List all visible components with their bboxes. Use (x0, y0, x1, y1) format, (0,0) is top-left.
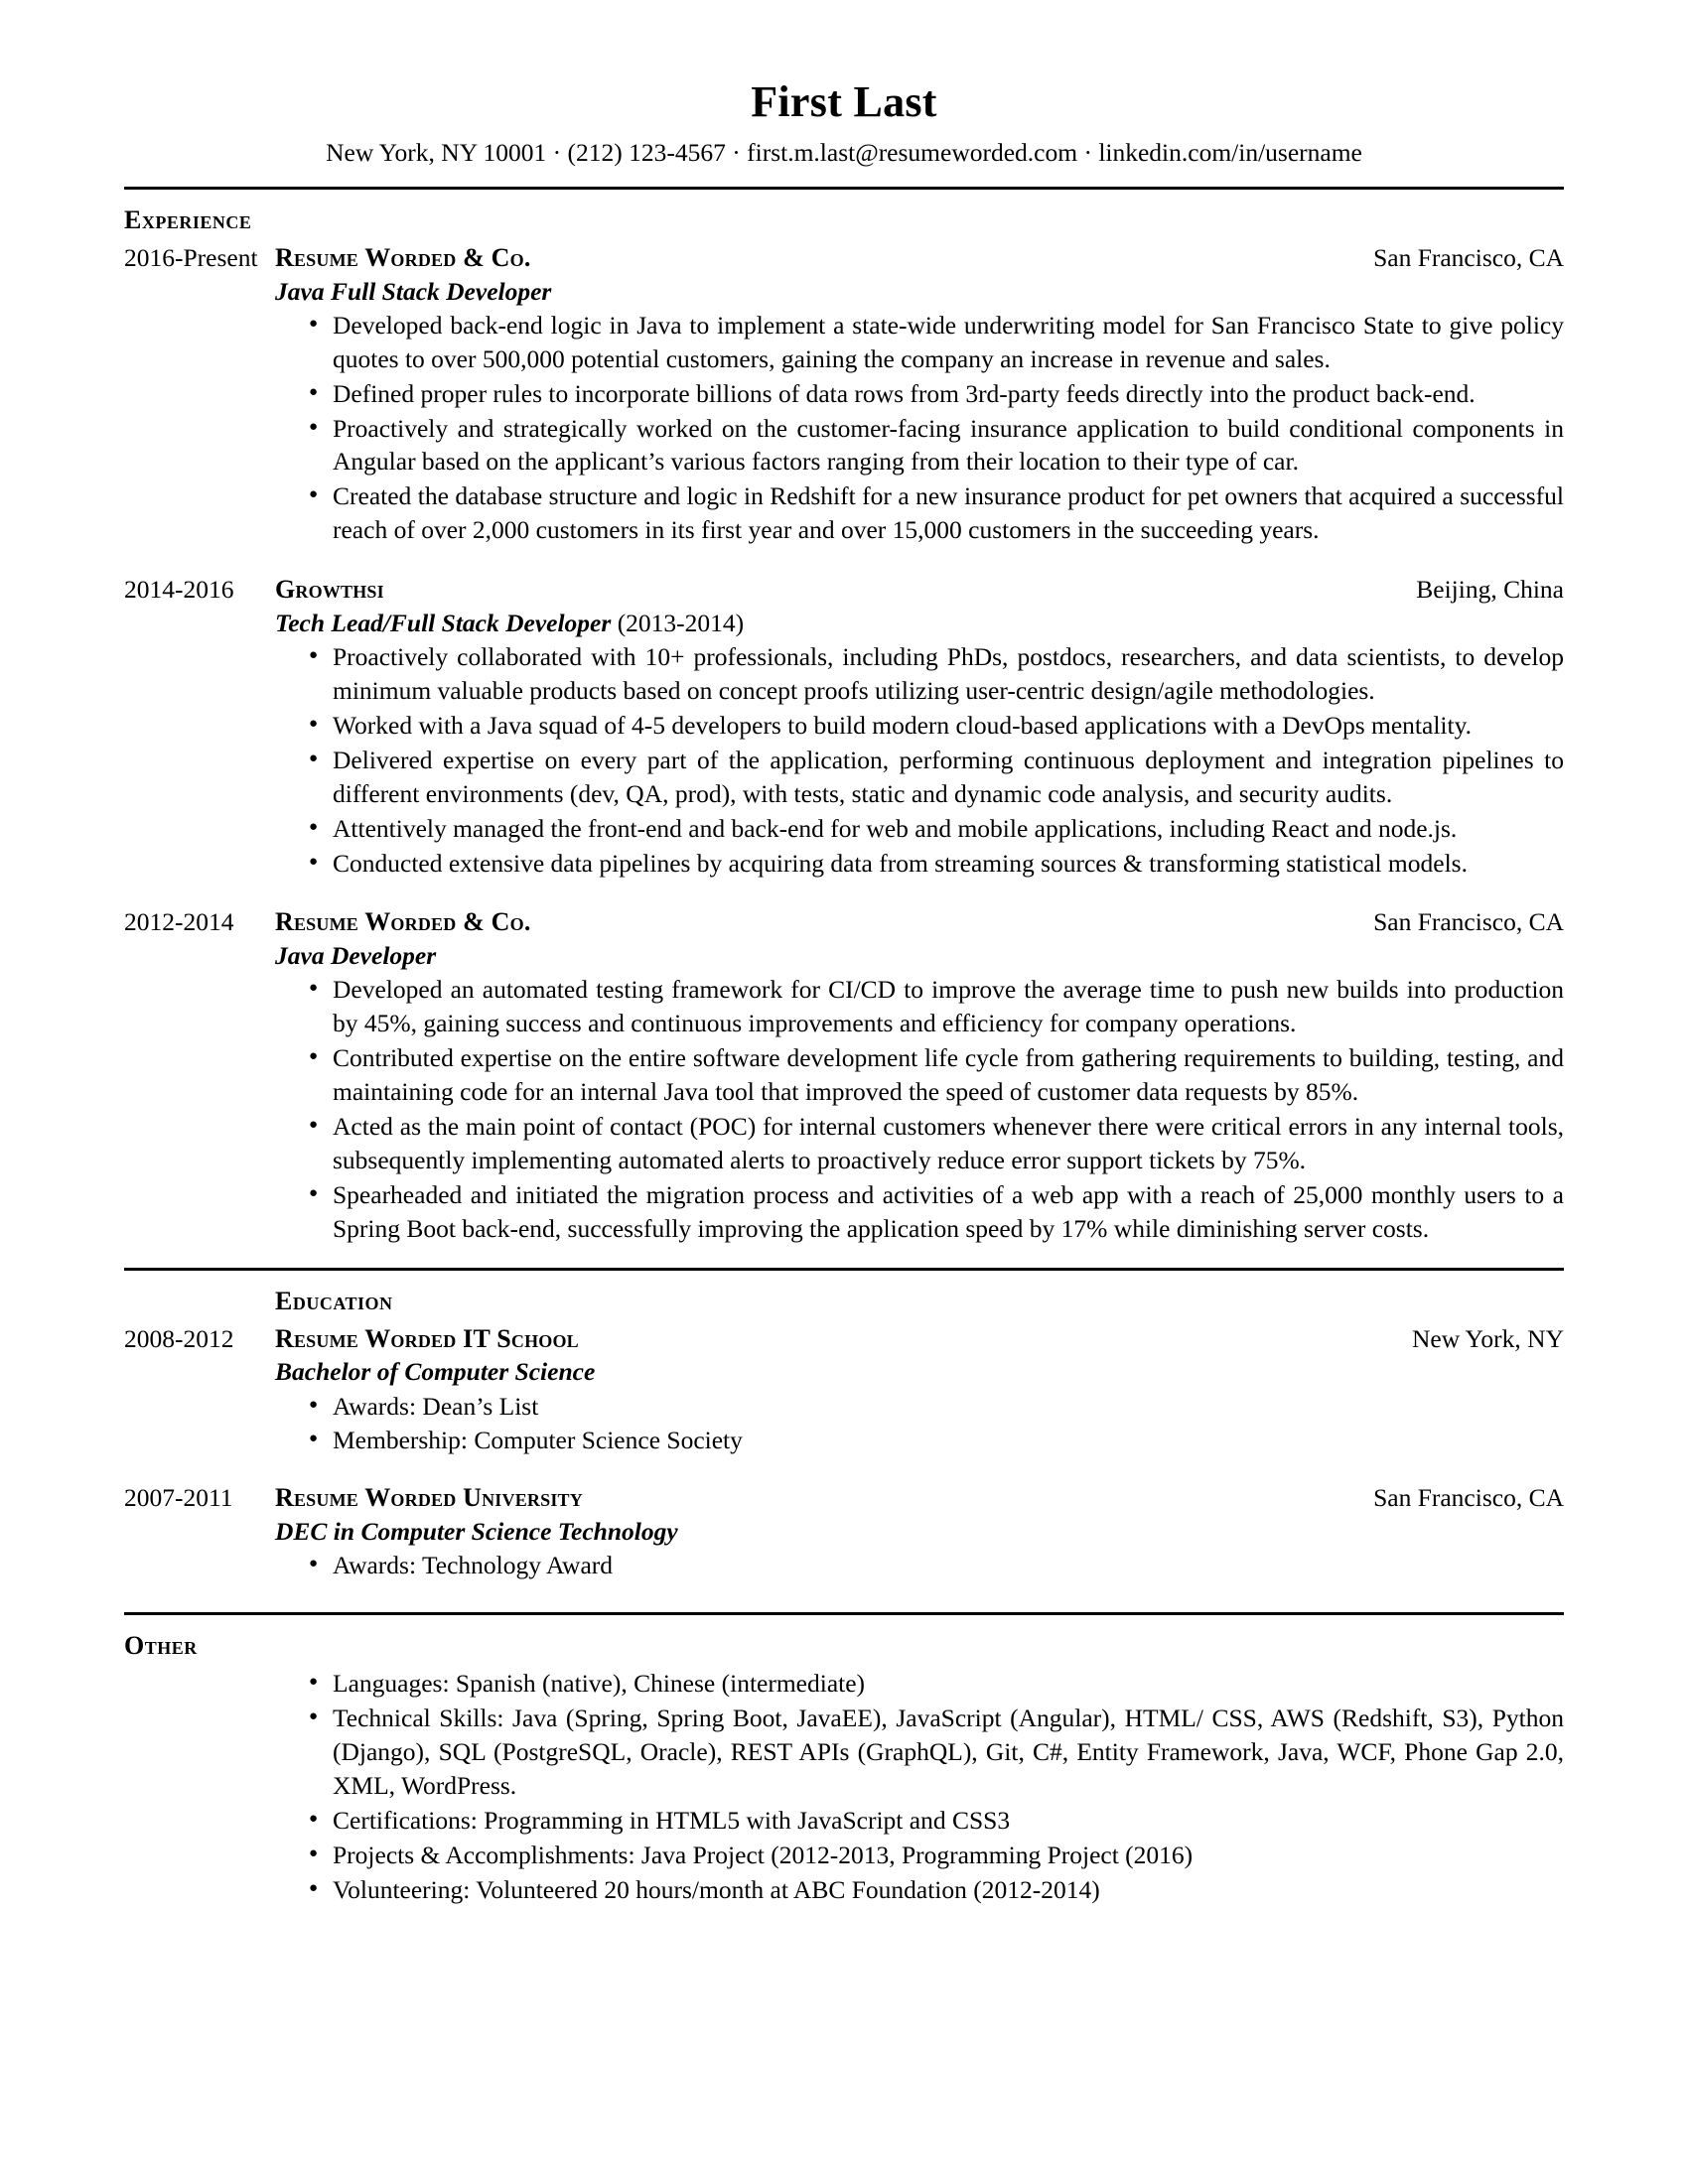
experience-entry: 2016-Present Resume Worded & Co. San Fra… (124, 241, 1564, 547)
entry-header-row: 2008-2012 Resume Worded IT School New Yo… (124, 1322, 1564, 1356)
entry-title-extra: (2013-2014) (611, 608, 745, 637)
entry-bullet-list: Awards: Dean’s List Membership: Computer… (303, 1389, 1564, 1458)
entry-organization: Resume Worded University (275, 1483, 583, 1513)
bullet-item: Created the database structure and logic… (303, 478, 1564, 547)
bullet-item: Developed an automated testing framework… (303, 972, 1564, 1040)
entry-location: San Francisco, CA (1373, 907, 1564, 937)
bullet-item: Conducted extensive data pipelines by ac… (303, 846, 1564, 881)
entry-organization: Resume Worded & Co. (275, 242, 531, 272)
bullet-item: Certifications: Programming in HTML5 wit… (303, 1803, 1564, 1838)
entry-job-title: Java Full Stack Developer (275, 276, 552, 306)
bullet-item: Awards: Technology Award (303, 1548, 1564, 1582)
education-entry: 2007-2011 Resume Worded University San F… (124, 1481, 1564, 1582)
experience-entry: 2012-2014 Resume Worded & Co. San Franci… (124, 905, 1564, 1245)
entry-header-row: 2007-2011 Resume Worded University San F… (124, 1481, 1564, 1515)
bullet-item: Languages: Spanish (native), Chinese (in… (303, 1666, 1564, 1701)
entry-organization: Growthsi (275, 575, 384, 605)
entry-location: San Francisco, CA (1373, 1483, 1564, 1513)
entry-bullet-list: Proactively collaborated with 10+ profes… (303, 639, 1564, 881)
entry-title-row: Tech Lead/Full Stack Developer (2013-201… (275, 607, 1564, 639)
resume-page: First Last New York, NY 10001 · (212) 12… (0, 0, 1688, 2184)
bullet-item: Worked with a Java squad of 4-5 develope… (303, 708, 1564, 743)
entry-dates: 2016-Present (124, 242, 258, 272)
entry-location: New York, NY (1411, 1323, 1564, 1353)
entry-degree-title: Bachelor of Computer Science (275, 1357, 596, 1387)
education-section: 2008-2012 Resume Worded IT School New Yo… (124, 1322, 1564, 1583)
header-divider (124, 186, 1564, 190)
bullet-item: Contributed expertise on the entire soft… (303, 1040, 1564, 1109)
entry-job-title: Java Developer (275, 941, 437, 971)
bullet-item: Projects & Accomplishments: Java Project… (303, 1838, 1564, 1872)
entry-title-row: Java Developer (275, 939, 1564, 972)
entry-organization: Resume Worded IT School (275, 1323, 579, 1353)
bullet-item: Defined proper rules to incorporate bill… (303, 376, 1564, 411)
section-header-other: Other (124, 1631, 198, 1661)
bullet-item: Volunteering: Volunteered 20 hours/month… (303, 1872, 1564, 1907)
bullet-item: Attentively managed the front-end and ba… (303, 811, 1564, 846)
entry-dates: 2014-2016 (124, 575, 234, 605)
section-header-experience: Experience (124, 205, 252, 234)
bullet-item: Developed back-end logic in Java to impl… (303, 308, 1564, 376)
resume-content: First Last New York, NY 10001 · (212) 12… (124, 0, 1564, 1907)
entry-location: Beijing, China (1416, 575, 1564, 605)
entry-header-row: 2016-Present Resume Worded & Co. San Fra… (124, 241, 1564, 275)
entry-title-row: Bachelor of Computer Science (275, 1355, 1564, 1388)
bullet-item: Membership: Computer Science Society (303, 1423, 1564, 1457)
bullet-item: Delivered expertise on every part of the… (303, 743, 1564, 811)
bullet-item: Spearheaded and initiated the migration … (303, 1177, 1564, 1246)
entry-degree-title: DEC in Computer Science Technology (275, 1517, 678, 1547)
entry-dates: 2012-2014 (124, 907, 234, 937)
entry-location: San Francisco, CA (1373, 242, 1564, 272)
entry-bullet-list: Developed an automated testing framework… (303, 972, 1564, 1246)
entry-title-row: Java Full Stack Developer (275, 275, 1564, 308)
entry-header-row: 2012-2014 Resume Worded & Co. San Franci… (124, 905, 1564, 939)
bullet-item: Proactively collaborated with 10+ profes… (303, 639, 1564, 708)
entry-bullet-list: Developed back-end logic in Java to impl… (303, 308, 1564, 547)
entry-job-title: Tech Lead/Full Stack Developer (275, 608, 612, 637)
entry-dates: 2008-2012 (124, 1323, 234, 1353)
bullet-item: Technical Skills: Java (Spring, Spring B… (303, 1701, 1564, 1803)
bullet-item: Acted as the main point of contact (POC)… (303, 1109, 1564, 1177)
other-bullet-list: Languages: Spanish (native), Chinese (in… (303, 1666, 1564, 1907)
bullet-item: Proactively and strategically worked on … (303, 411, 1564, 479)
section-header-education: Education (275, 1286, 393, 1315)
education-entry: 2008-2012 Resume Worded IT School New Yo… (124, 1322, 1564, 1458)
contact-line: New York, NY 10001 · (212) 123-4567 · fi… (326, 138, 1362, 168)
bullet-item: Awards: Dean’s List (303, 1389, 1564, 1424)
other-divider (124, 1612, 1564, 1616)
entry-dates: 2007-2011 (124, 1483, 233, 1513)
education-divider (124, 1267, 1564, 1271)
experience-section: 2016-Present Resume Worded & Co. San Fra… (124, 241, 1564, 1246)
candidate-name: First Last (751, 77, 937, 126)
entry-header-row: 2014-2016 Growthsi Beijing, China (124, 573, 1564, 607)
entry-title-row: DEC in Computer Science Technology (275, 1515, 1564, 1548)
experience-entry: 2014-2016 Growthsi Beijing, China Tech L… (124, 573, 1564, 880)
entry-bullet-list: Awards: Technology Award (303, 1548, 1564, 1582)
entry-organization: Resume Worded & Co. (275, 907, 531, 937)
